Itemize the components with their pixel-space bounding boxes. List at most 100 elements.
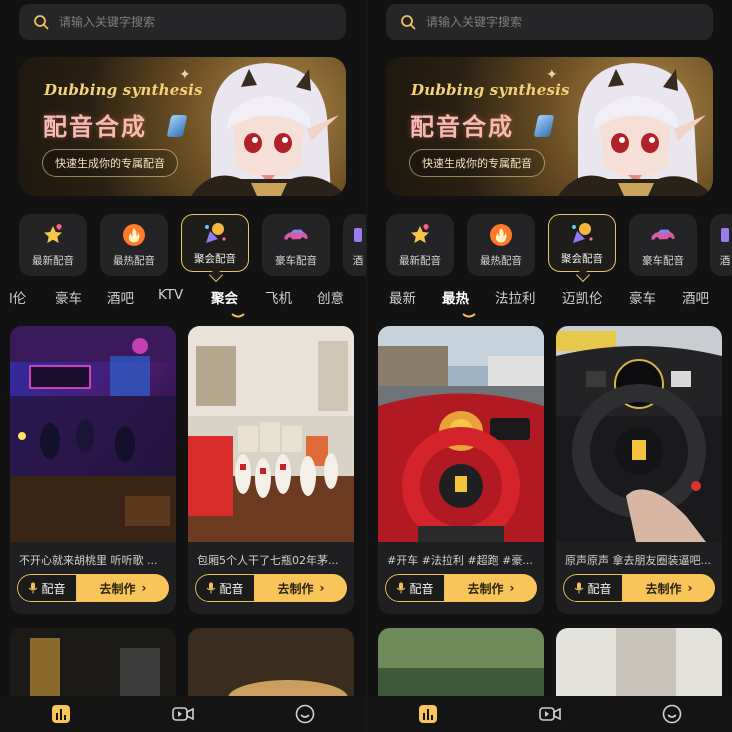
category-row: 最新配音 最热配音 聚会配音 豪车配音 酒 (386, 214, 732, 280)
tab-party[interactable]: 聚会 (211, 287, 265, 318)
tab-underline (461, 313, 476, 318)
search-bar[interactable] (19, 4, 346, 40)
category-party[interactable]: 聚会配音 (548, 214, 616, 272)
search-input[interactable] (426, 15, 686, 29)
video-card[interactable]: 原声原声 拿去朋友圈装逼吧... 配音 去制作 › (556, 326, 722, 614)
category-car[interactable]: 豪车配音 (262, 214, 330, 276)
category-drink[interactable]: 酒 (710, 214, 732, 276)
dub-button[interactable]: 配音 (385, 574, 445, 602)
dub-label: 配音 (219, 581, 244, 596)
search-icon (401, 15, 416, 30)
video-icon[interactable] (171, 702, 195, 726)
flame-icon (121, 223, 147, 247)
tab-underline (231, 313, 245, 318)
video-card[interactable]: 不开心就来胡桃里 听听歌 ... 配音 去制作 › (10, 326, 176, 614)
dub-button[interactable]: 配音 (195, 574, 255, 602)
chart-icon[interactable] (49, 702, 73, 726)
search-input[interactable] (59, 15, 319, 29)
make-button[interactable]: 去制作 › (255, 574, 347, 602)
make-button[interactable]: 去制作 › (77, 574, 169, 602)
video-thumbnail (556, 326, 722, 542)
mic-icon (207, 582, 216, 594)
drink-icon (345, 223, 366, 247)
category-latest[interactable]: 最新配音 (19, 214, 87, 276)
make-label: 去制作 (467, 581, 504, 596)
make-button[interactable]: 去制作 › (445, 574, 537, 602)
drink-icon (712, 223, 732, 247)
profile-icon[interactable] (660, 702, 684, 726)
category-party[interactable]: 聚会配音 (181, 214, 249, 272)
tab-luxury-car[interactable]: 豪车 (55, 287, 107, 311)
tab-mclaren-partial[interactable]: l伦 (9, 287, 55, 311)
bottom-nav (367, 696, 732, 732)
dub-button[interactable]: 配音 (563, 574, 623, 602)
video-card[interactable]: #开车 #法拉利 #超跑 #豪... 配音 去制作 › (378, 326, 544, 614)
tab-ferrari[interactable]: 法拉利 (495, 287, 562, 311)
party-icon (569, 221, 595, 245)
chevron-right-icon: › (509, 581, 515, 595)
make-button[interactable]: 去制作 › (623, 574, 715, 602)
anime-character-image (558, 63, 713, 196)
dub-button[interactable]: 配音 (17, 574, 77, 602)
promo-banner[interactable]: ✦ Dubbing synthesis 配音合成 快速生成你的专属配音 (19, 57, 346, 196)
tab-creative[interactable]: 创意 (317, 287, 357, 311)
category-label: 豪车配音 (275, 254, 317, 267)
category-label: 聚会配音 (561, 252, 603, 265)
mic-icon (397, 582, 406, 594)
video-caption: 原声原声 拿去朋友圈装逼吧... (565, 554, 711, 567)
profile-icon[interactable] (293, 702, 317, 726)
video-thumbnail (378, 628, 544, 698)
category-hot[interactable]: 最热配音 (100, 214, 168, 276)
video-caption: 包厢5个人干了七瓶02年茅... (197, 554, 339, 567)
tab-ktv[interactable]: KTV (158, 287, 211, 311)
mic-icon (29, 582, 38, 594)
make-label: 去制作 (645, 581, 682, 596)
party-icon (202, 221, 228, 245)
tab-bar-club[interactable]: 酒吧 (107, 287, 158, 311)
tab-label: 最热 (442, 291, 469, 307)
tab-mclaren[interactable]: 迈凯伦 (562, 287, 629, 311)
category-latest[interactable]: 最新配音 (386, 214, 454, 276)
video-thumbnail (10, 628, 176, 698)
video-thumbnail (10, 326, 176, 542)
video-thumbnail (188, 326, 354, 542)
card-actions: 配音 去制作 › (385, 574, 537, 602)
card-actions: 配音 去制作 › (17, 574, 169, 602)
tab-latest[interactable]: 最新 (389, 287, 442, 311)
make-label: 去制作 (99, 581, 136, 596)
video-card-partial[interactable] (556, 628, 722, 698)
dub-label: 配音 (587, 581, 612, 596)
dub-label: 配音 (41, 581, 66, 596)
promo-banner[interactable]: ✦ Dubbing synthesis 配音合成 快速生成你的专属配音 (386, 57, 713, 196)
category-car[interactable]: 豪车配音 (629, 214, 697, 276)
search-bar[interactable] (386, 4, 713, 40)
mic-icon (575, 582, 584, 594)
tab-luxury-car[interactable]: 豪车 (629, 287, 682, 311)
category-label: 最热配音 (480, 254, 522, 267)
video-icon[interactable] (538, 702, 562, 726)
video-thumbnail (378, 326, 544, 542)
star-heart-icon (40, 223, 66, 247)
video-thumbnail (188, 628, 354, 698)
bottom-nav (0, 696, 366, 732)
banner-title-cn: 配音合成 (410, 113, 514, 141)
video-card-partial[interactable] (188, 628, 354, 698)
flame-icon (488, 223, 514, 247)
video-card-partial[interactable] (10, 628, 176, 698)
chevron-right-icon: › (141, 581, 147, 595)
sports-car-icon (283, 223, 309, 247)
category-hot[interactable]: 最热配音 (467, 214, 535, 276)
chevron-right-icon: › (687, 581, 693, 595)
video-card-partial[interactable] (378, 628, 544, 698)
tab-bar-club[interactable]: 酒吧 (682, 287, 722, 311)
tab-airplane[interactable]: 飞机 (265, 287, 317, 311)
card-actions: 配音 去制作 › (195, 574, 347, 602)
chevron-right-icon: › (319, 581, 325, 595)
chart-icon[interactable] (416, 702, 440, 726)
category-label: 最新配音 (399, 254, 441, 267)
category-label: 酒 (719, 254, 731, 267)
tab-hottest[interactable]: 最热 (442, 287, 495, 318)
video-card[interactable]: 包厢5个人干了七瓶02年茅... 配音 去制作 › (188, 326, 354, 614)
category-label: 豪车配音 (642, 254, 684, 267)
category-drink[interactable]: 酒 (343, 214, 366, 276)
